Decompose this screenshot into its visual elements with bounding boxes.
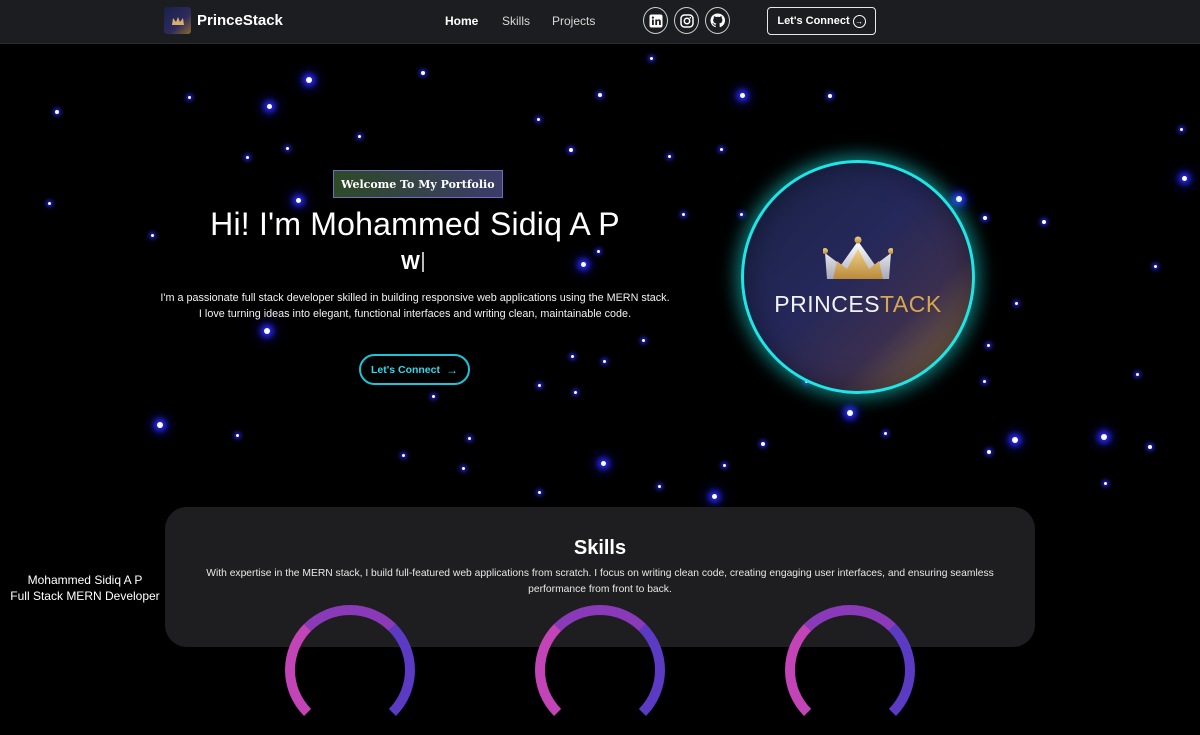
brand-name: PrinceStack xyxy=(197,12,283,29)
star-icon xyxy=(682,213,685,216)
star-icon xyxy=(987,344,990,347)
brand-logo-icon xyxy=(164,7,191,34)
star-icon xyxy=(1136,373,1139,376)
linkedin-icon[interactable] xyxy=(643,7,668,34)
hero-connect-label: Let's Connect xyxy=(370,363,440,376)
star-icon xyxy=(1012,437,1018,443)
star-icon xyxy=(956,196,962,202)
skill-progress-ring xyxy=(785,605,915,735)
star-icon xyxy=(306,77,312,83)
star-icon xyxy=(723,464,726,467)
navbar: PrinceStack Home Skills Projects Let's C… xyxy=(0,0,1200,44)
typing-caret xyxy=(421,252,424,272)
nav-connect-label: Let's Connect xyxy=(777,15,850,27)
star-icon xyxy=(538,384,541,387)
star-icon xyxy=(828,94,832,98)
nav-link-skills[interactable]: Skills xyxy=(502,14,530,28)
princestack-logo: PRINCESTACK xyxy=(741,160,975,394)
arrow-right-icon: → xyxy=(446,362,458,377)
star-icon xyxy=(884,432,887,435)
star-icon xyxy=(1101,434,1107,440)
star-icon xyxy=(597,250,600,253)
star-icon xyxy=(668,155,671,158)
star-icon xyxy=(1180,128,1183,131)
skills-title: Skills xyxy=(573,537,627,559)
star-icon xyxy=(571,355,574,358)
hero-description: I'm a passionate full stack developer sk… xyxy=(160,292,670,320)
arrow-right-circle-icon: → xyxy=(852,14,866,28)
nav-link-projects[interactable]: Projects xyxy=(552,14,595,28)
skill-progress-ring xyxy=(535,605,665,735)
star-icon xyxy=(286,147,289,150)
star-icon xyxy=(48,202,51,205)
star-icon xyxy=(598,93,602,97)
star-icon xyxy=(712,494,717,499)
star-icon xyxy=(421,71,425,75)
star-icon xyxy=(1148,445,1152,449)
skill-progress-ring xyxy=(285,605,415,735)
brand[interactable]: PrinceStack xyxy=(164,7,283,34)
star-icon xyxy=(847,410,853,416)
star-icon xyxy=(569,148,573,152)
star-icon xyxy=(267,104,272,109)
typing-text-value: W xyxy=(401,252,420,274)
nav-link-home[interactable]: Home xyxy=(445,14,478,28)
star-icon xyxy=(468,437,471,440)
hero-connect-button[interactable]: Let's Connect → xyxy=(359,354,470,385)
star-icon xyxy=(1154,265,1157,268)
star-icon xyxy=(236,434,239,437)
author-name: Mohammed Sidiq A P xyxy=(27,573,143,587)
star-icon xyxy=(432,395,435,398)
star-icon xyxy=(537,118,540,121)
logo-text-white: PRINCES xyxy=(774,291,881,317)
star-icon xyxy=(574,391,577,394)
star-icon xyxy=(55,110,59,114)
star-icon xyxy=(603,360,606,363)
welcome-tagline: Welcome To My Portfolio xyxy=(333,170,503,198)
star-icon xyxy=(296,198,301,203)
star-icon xyxy=(720,148,723,151)
star-icon xyxy=(987,450,991,454)
star-icon xyxy=(402,454,405,457)
hero-title: Hi! I'm Mohammed Sidiq A P xyxy=(210,206,620,242)
typing-text: W xyxy=(401,252,424,275)
logo-wordmark: PRINCESTACK xyxy=(744,291,972,318)
star-icon xyxy=(1015,302,1018,305)
star-icon xyxy=(983,380,986,383)
star-icon xyxy=(1042,220,1046,224)
star-icon xyxy=(538,491,541,494)
star-icon xyxy=(358,135,361,138)
skills-description: With expertise in the MERN stack, I buil… xyxy=(206,568,994,595)
star-icon xyxy=(658,485,661,488)
star-icon xyxy=(601,461,606,466)
star-icon xyxy=(740,93,745,98)
star-icon xyxy=(264,328,270,334)
star-icon xyxy=(740,213,743,216)
star-icon xyxy=(581,262,586,267)
star-icon xyxy=(157,422,163,428)
star-icon xyxy=(246,156,249,159)
author-credit: Mohammed Sidiq A P Full Stack MERN Devel… xyxy=(0,572,170,604)
star-icon xyxy=(1104,482,1107,485)
star-icon xyxy=(151,234,154,237)
logo-text-gold: TACK xyxy=(880,291,942,317)
star-icon xyxy=(983,216,987,220)
skills-section: Skills With expertise in the MERN stack,… xyxy=(165,507,1035,735)
star-icon xyxy=(188,96,191,99)
author-role: Full Stack MERN Developer xyxy=(10,589,160,603)
crown-icon xyxy=(823,236,893,279)
instagram-icon[interactable] xyxy=(674,7,699,34)
star-icon xyxy=(1182,176,1187,181)
star-icon xyxy=(650,57,653,60)
nav-connect-button[interactable]: Let's Connect → xyxy=(767,7,876,35)
star-icon xyxy=(642,339,645,342)
star-icon xyxy=(462,467,465,470)
star-icon xyxy=(761,442,765,446)
github-icon[interactable] xyxy=(705,7,730,34)
